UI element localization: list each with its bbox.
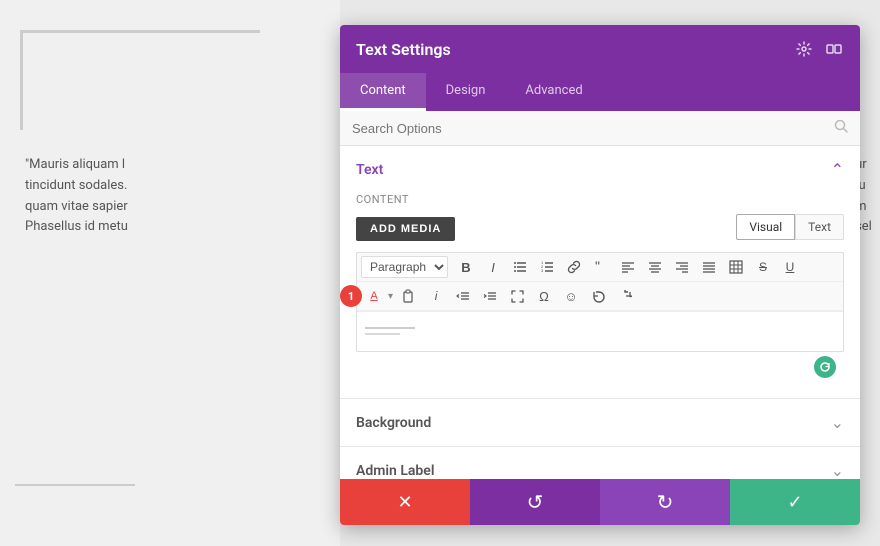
svg-text:": " [595,260,600,274]
editor-tab-visual[interactable]: Visual [736,214,795,240]
text-section-title: Text [356,162,383,178]
toolbar-row-1: Paragraph Heading 1 Heading 2 B I 123 [357,253,843,282]
italic2-button[interactable]: i [423,284,449,308]
link-button[interactable] [561,255,587,279]
text-section-header[interactable]: Text ⌃ [340,146,860,193]
editor-tab-text[interactable]: Text [795,214,844,240]
svg-text:3: 3 [541,268,544,273]
outdent-button[interactable] [450,284,476,308]
search-icon [834,119,848,137]
search-input[interactable] [352,121,834,136]
admin-label-section-chevron: ⌄ [831,461,844,479]
text-section: Text ⌃ Content ADD MEDIA Visual Text [340,146,860,399]
modal-title: Text Settings [356,40,451,59]
text-color-button[interactable]: A [361,284,387,308]
text-settings-modal: Text Settings Content Design Advanced [340,25,860,525]
paste-button[interactable] [396,284,422,308]
redo-button[interactable]: ↻ [600,479,730,525]
table-button[interactable] [723,255,749,279]
expand-icon[interactable] [824,39,844,59]
undo-button[interactable]: ↺ [470,479,600,525]
undo-toolbar-button[interactable] [585,284,611,308]
add-media-button[interactable]: ADD MEDIA [356,217,455,241]
background-section-title: Background [356,415,431,431]
align-left-button[interactable] [615,255,641,279]
toolbar-row-2: A ▾ i [357,282,843,311]
omega-button[interactable]: Ω [531,284,557,308]
tab-advanced[interactable]: Advanced [505,73,602,111]
admin-label-section: Admin Label ⌄ [340,447,860,479]
editor-tabs: Visual Text [736,214,844,240]
corner-decoration [20,30,260,130]
strikethrough-button[interactable]: S [750,255,776,279]
bold-button[interactable]: B [453,255,479,279]
content-label: Content [356,193,844,206]
tab-design[interactable]: Design [426,73,506,111]
step-badge: 1 [340,285,362,307]
redo-toolbar-button[interactable] [612,284,638,308]
modal-body: Text ⌃ Content ADD MEDIA Visual Text [340,146,860,479]
bottom-line [15,484,135,486]
text-section-content: Content ADD MEDIA Visual Text Paragraph … [340,193,860,398]
header-icons [794,39,844,59]
quote-button[interactable]: " [588,255,614,279]
italic-button[interactable]: I [480,255,506,279]
unordered-list-button[interactable] [507,255,533,279]
editor-toolbar: Paragraph Heading 1 Heading 2 B I 123 [356,252,844,352]
modal-tabs: Content Design Advanced [340,73,860,111]
background-section: Background ⌄ [340,399,860,447]
refresh-button[interactable] [814,356,836,378]
align-right-button[interactable] [669,255,695,279]
indent-button[interactable] [477,284,503,308]
align-center-button[interactable] [642,255,668,279]
underline-button[interactable]: U [777,255,803,279]
page-text-left: "Mauris aliquam l tincidunt sodales. qua… [15,155,355,238]
settings-icon[interactable] [794,39,814,59]
modal-header: Text Settings [340,25,860,73]
text-section-chevron: ⌃ [831,160,844,179]
align-justify-button[interactable] [696,255,722,279]
tab-content[interactable]: Content [340,73,426,111]
emoji-button[interactable]: ☺ [558,284,584,308]
color-dropdown-icon[interactable]: ▾ [388,291,393,302]
editor-refresh-area [356,352,844,382]
modal-footer: ✕ ↺ ↻ ✓ [340,479,860,525]
paragraph-select[interactable]: Paragraph Heading 1 Heading 2 [361,256,448,278]
ordered-list-button[interactable]: 123 [534,255,560,279]
background-section-chevron: ⌄ [831,413,844,432]
admin-label-section-title: Admin Label [356,463,434,479]
background-section-header[interactable]: Background ⌄ [340,399,860,446]
editor-content-area[interactable] [357,311,843,351]
search-bar [340,111,860,146]
cancel-button[interactable]: ✕ [340,479,470,525]
confirm-button[interactable]: ✓ [730,479,860,525]
admin-label-section-header[interactable]: Admin Label ⌄ [340,447,860,479]
editor-header-row: ADD MEDIA Visual Text [356,214,844,244]
fullscreen-button[interactable] [504,284,530,308]
